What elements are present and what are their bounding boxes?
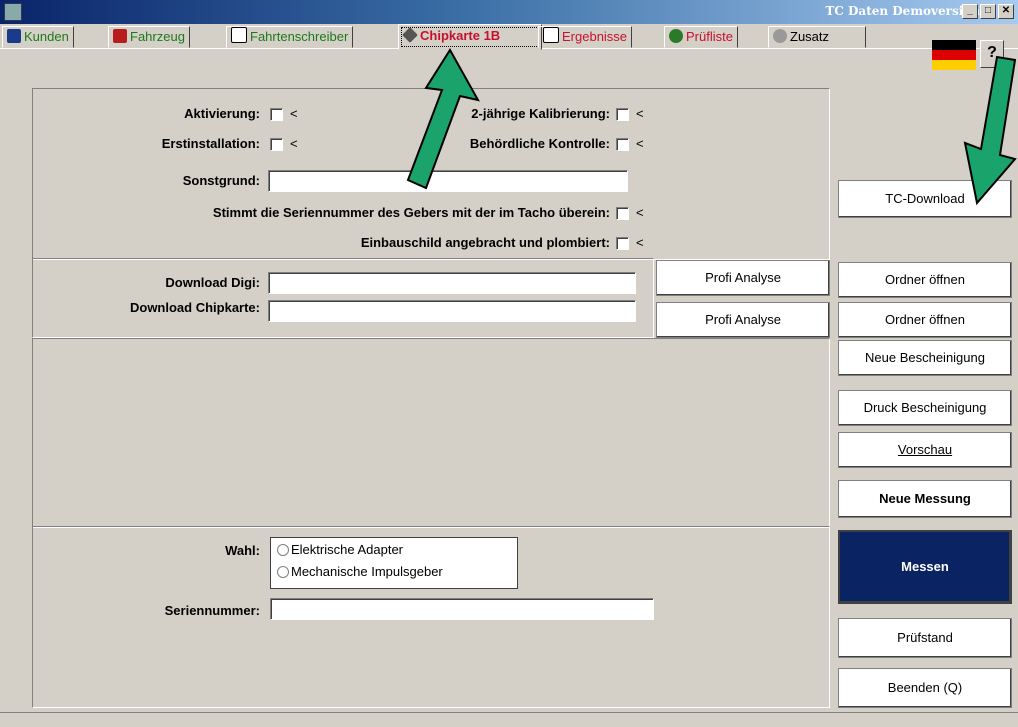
profi-analyse-digi-button[interactable]: Profi Analyse	[656, 260, 830, 296]
tab-label: Fahrtenschreiber	[250, 29, 349, 44]
tab-ergebnisse[interactable]: Ergebnisse	[538, 26, 633, 48]
tab-label: Prüfliste	[686, 29, 733, 44]
customers-icon	[7, 29, 21, 43]
lt-marker: <	[636, 205, 644, 220]
messen-button[interactable]: Messen	[838, 530, 1012, 604]
wahl-label: Wahl:	[225, 543, 260, 558]
sonstgrund-label: Sonstgrund:	[182, 173, 260, 188]
download-chipkarte-label: Download Chipkarte:	[129, 300, 260, 315]
tab-label: Ergebnisse	[562, 29, 628, 44]
tab-fahrtenschreiber[interactable]: Fahrtenschreiber	[226, 26, 354, 48]
app-icon	[4, 3, 22, 21]
aktivierung-checkbox[interactable]	[270, 108, 283, 121]
seriennummer-checkbox[interactable]	[616, 207, 629, 220]
neue-bescheinigung-button[interactable]: Neue Bescheinigung	[838, 340, 1012, 376]
pruefstand-button[interactable]: Prüfstand	[838, 618, 1012, 658]
neue-messung-button[interactable]: Neue Messung	[838, 480, 1012, 518]
download-digi-input[interactable]	[268, 272, 636, 294]
erstinstallation-label: Erstinstallation:	[161, 136, 260, 151]
tab-label: Chipkarte 1B	[420, 28, 501, 43]
tab-label: Zusatz	[790, 29, 830, 44]
radio-label: Elektrische Adapter	[291, 542, 404, 557]
tab-bar: Kunden Fahrzeug Fahrtenschreiber Chipkar…	[0, 24, 1018, 50]
annotation-arrow-left	[406, 48, 480, 190]
annotation-arrow-right	[963, 55, 1017, 205]
einbauschild-label: Einbauschild angebracht und plombiert:	[360, 235, 610, 250]
tab-kunden[interactable]: Kunden	[2, 26, 74, 48]
lt-marker: <	[636, 235, 644, 250]
tab-pruefliste[interactable]: Prüfliste	[664, 26, 738, 48]
checklist-icon	[669, 29, 683, 43]
druck-bescheinigung-button[interactable]: Druck Bescheinigung	[838, 390, 1012, 426]
tab-label: Kunden	[24, 29, 69, 44]
tab-label: Fahrzeug	[130, 29, 185, 44]
ordner-oeffnen-chip-button[interactable]: Ordner öffnen	[838, 302, 1012, 338]
lt-marker: <	[290, 106, 298, 121]
chipcard-icon	[402, 27, 418, 43]
kontrolle-checkbox[interactable]	[616, 138, 629, 151]
beenden-button[interactable]: Beenden (Q)	[838, 668, 1012, 708]
lt-marker: <	[636, 136, 644, 151]
tab-zusatz[interactable]: Zusatz	[768, 26, 866, 48]
wahl-radio-group: Elektrische Adapter Mechanische Impulsge…	[270, 537, 518, 589]
tab-fahrzeug[interactable]: Fahrzeug	[108, 26, 190, 48]
vorschau-button[interactable]: Vorschau	[838, 432, 1012, 468]
lt-marker: <	[290, 136, 298, 151]
kalibrierung-checkbox[interactable]	[616, 108, 629, 121]
vehicle-icon	[113, 29, 127, 43]
seriennummer-input[interactable]	[270, 598, 654, 620]
extras-icon	[773, 29, 787, 43]
status-bar	[0, 712, 1018, 727]
maximize-button[interactable]: □	[980, 4, 996, 19]
aktivierung-label: Aktivierung:	[184, 106, 260, 121]
close-button[interactable]: ✕	[998, 4, 1014, 19]
erstinstallation-checkbox[interactable]	[270, 138, 283, 151]
radio-elektrische-adapter[interactable]	[277, 544, 289, 556]
minimize-button[interactable]: _	[962, 4, 978, 19]
seriennummer-question-label: Stimmt die Seriennummer des Gebers mit d…	[212, 205, 610, 220]
download-chipkarte-input[interactable]	[268, 300, 636, 322]
radio-label: Mechanische Impulsgeber	[291, 564, 443, 579]
download-digi-label: Download Digi:	[165, 275, 260, 290]
downloads-panel	[32, 258, 654, 338]
window-title: TC Daten Demoversion	[825, 4, 980, 18]
tachograph-icon	[231, 27, 247, 43]
radio-mechanische-impulsgeber[interactable]	[277, 566, 289, 578]
title-bar: TC Daten Demoversion _ □ ✕	[0, 0, 1018, 24]
ordner-oeffnen-digi-button[interactable]: Ordner öffnen	[838, 262, 1012, 298]
seriennummer-label: Seriennummer:	[164, 603, 260, 618]
content-panel	[32, 338, 830, 528]
einbauschild-checkbox[interactable]	[616, 237, 629, 250]
tab-chipkarte[interactable]: Chipkarte 1B	[398, 24, 542, 50]
results-icon	[543, 27, 559, 43]
lt-marker: <	[636, 106, 644, 121]
profi-analyse-chip-button[interactable]: Profi Analyse	[656, 302, 830, 338]
